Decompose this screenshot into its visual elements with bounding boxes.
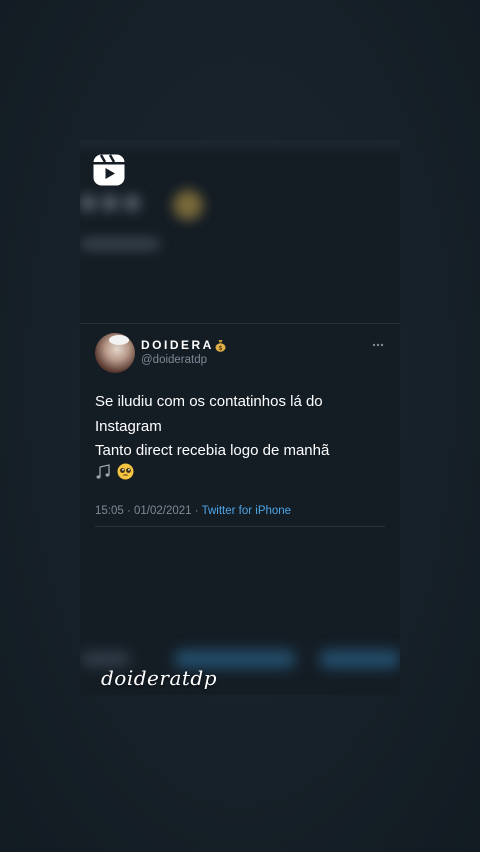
- video-frame: DOIDERA $ @doideratdp Se iludiu com os c…: [80, 140, 400, 695]
- more-options-icon[interactable]: [372, 339, 384, 353]
- musical-notes-icon: [96, 464, 110, 479]
- svg-text:$: $: [218, 345, 222, 352]
- divider: [80, 323, 400, 324]
- divider: [95, 526, 385, 527]
- money-bag-icon: $: [215, 340, 226, 352]
- pleading-face-icon: [117, 463, 134, 480]
- top-fade: [80, 140, 400, 156]
- blurred-previous-name: [80, 192, 160, 214]
- watermark: doideratdp: [101, 666, 218, 690]
- reels-icon[interactable]: [92, 153, 126, 187]
- tweet-line: Se iludiu com os contatinhos lá do: [95, 393, 323, 410]
- source-link[interactable]: Twitter for iPhone: [202, 505, 291, 517]
- blurred-previous-handle: [80, 238, 160, 250]
- blurred-previous-emoji: [173, 190, 203, 220]
- display-name[interactable]: DOIDERA: [141, 338, 214, 352]
- avatar[interactable]: [95, 333, 135, 373]
- tweet-line: Tanto direct recebia logo de manhã: [95, 442, 330, 459]
- handle[interactable]: @doideratdp: [141, 354, 207, 366]
- tweet-line: Instagram: [95, 417, 162, 435]
- timestamp: 15:05 · 01/02/2021 ·: [95, 505, 199, 517]
- tweet-meta: 15:05 · 01/02/2021 · Twitter for iPhone: [95, 505, 291, 517]
- tweet-text: Se iludiu com os contatinhos lá do Insta…: [95, 390, 385, 464]
